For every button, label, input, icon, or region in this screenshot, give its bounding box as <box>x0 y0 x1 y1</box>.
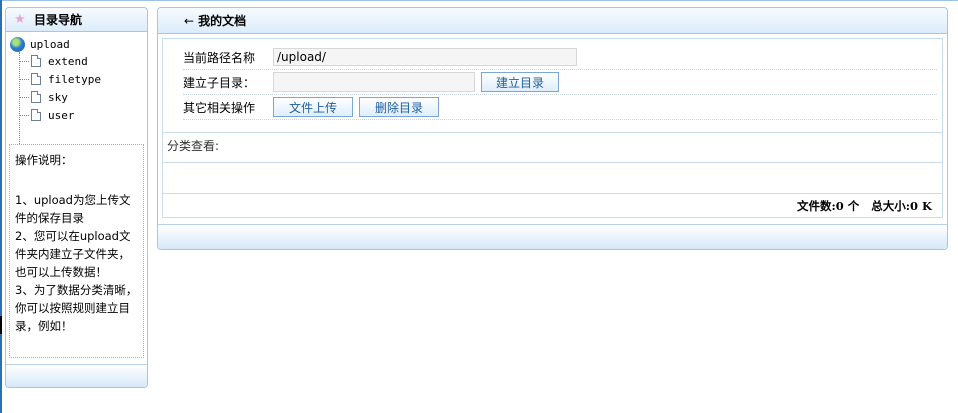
other-ops-row: 其它相关操作 文件上传 删除目录 <box>183 95 937 120</box>
page-title: 我的文档 <box>198 14 247 28</box>
file-list-area <box>163 163 942 194</box>
left-nav-panel: ★ 目录导航 upload extend filetype sky user 操… <box>5 7 148 388</box>
tree-item-label[interactable]: filetype <box>48 73 101 86</box>
documents-header: ← 我的文档 <box>158 8 947 34</box>
help-line-3: 3、为了数据分类清晰，你可以按照规则建立目录，例如！ <box>15 283 138 333</box>
newdir-row: 建立子目录： 建立目录 <box>183 70 937 95</box>
help-box: 操作说明： 1、upload为您上传文件的保存目录 2、您可以在upload文件… <box>9 144 144 358</box>
total-size: 总大小:0 K <box>871 199 932 213</box>
tree-item-label[interactable]: sky <box>48 91 68 104</box>
window-top-border <box>0 0 958 1</box>
window-left-border <box>0 0 2 413</box>
documents-content: 当前路径名称 建立子目录： 建立目录 其它相关操作 文件上传 删除目录 分类查看… <box>162 38 943 218</box>
document-icon <box>31 55 41 67</box>
newdir-label: 建立子目录： <box>183 75 256 90</box>
create-directory-button[interactable]: 建立目录 <box>481 72 559 92</box>
tree-item-extend[interactable]: extend <box>20 52 147 70</box>
help-title: 操作说明： <box>15 153 73 167</box>
document-icon <box>31 73 41 85</box>
tree-item-user[interactable]: user <box>20 106 147 124</box>
tree-item-filetype[interactable]: filetype <box>20 70 147 88</box>
star-icon: ★ <box>14 12 26 27</box>
scrollbar-stub[interactable] <box>0 316 2 334</box>
document-icon <box>31 91 41 103</box>
tree-branch-line <box>20 78 29 80</box>
documents-panel: ← 我的文档 当前路径名称 建立子目录： 建立目录 其它相关操作 文件上传 删除… <box>157 7 948 250</box>
summary-row: 文件数:0 个 总大小:0 K <box>163 194 942 218</box>
nav-header: ★ 目录导航 <box>6 8 147 32</box>
tree-branch-line <box>20 114 29 116</box>
category-view: 分类查看: <box>163 133 942 163</box>
delete-directory-button[interactable]: 删除目录 <box>359 97 439 117</box>
help-line-1: 1、upload为您上传文件的保存目录 <box>15 193 131 225</box>
left-arrow-icon[interactable]: ← <box>184 14 194 28</box>
tree-item-sky[interactable]: sky <box>20 88 147 106</box>
tree-branch-line <box>20 96 29 98</box>
other-ops-label: 其它相关操作 <box>183 100 256 115</box>
nav-footer <box>6 364 147 387</box>
tree-root[interactable]: upload <box>10 36 147 52</box>
tree-item-label[interactable]: extend <box>48 55 88 68</box>
path-field[interactable] <box>273 48 577 66</box>
documents-footer <box>158 224 947 249</box>
new-directory-input[interactable] <box>273 72 475 92</box>
tree-root-label[interactable]: upload <box>30 38 70 51</box>
operations-form: 当前路径名称 建立子目录： 建立目录 其它相关操作 文件上传 删除目录 <box>163 39 942 133</box>
tree-connector-line <box>19 52 20 144</box>
path-label: 当前路径名称 <box>183 50 256 65</box>
tree-item-label[interactable]: user <box>48 109 75 122</box>
upload-file-button[interactable]: 文件上传 <box>273 97 353 117</box>
help-line-2: 2、您可以在upload文件夹内建立子文件夹，也可以上传数据！ <box>15 229 131 279</box>
file-count: 文件数:0 个 <box>797 199 860 213</box>
directory-tree: upload extend filetype sky user <box>6 32 147 144</box>
document-icon <box>31 109 41 121</box>
globe-icon <box>10 36 25 52</box>
path-row: 当前路径名称 <box>183 45 937 70</box>
nav-title: 目录导航 <box>34 13 83 27</box>
tree-branch-line <box>20 60 29 62</box>
